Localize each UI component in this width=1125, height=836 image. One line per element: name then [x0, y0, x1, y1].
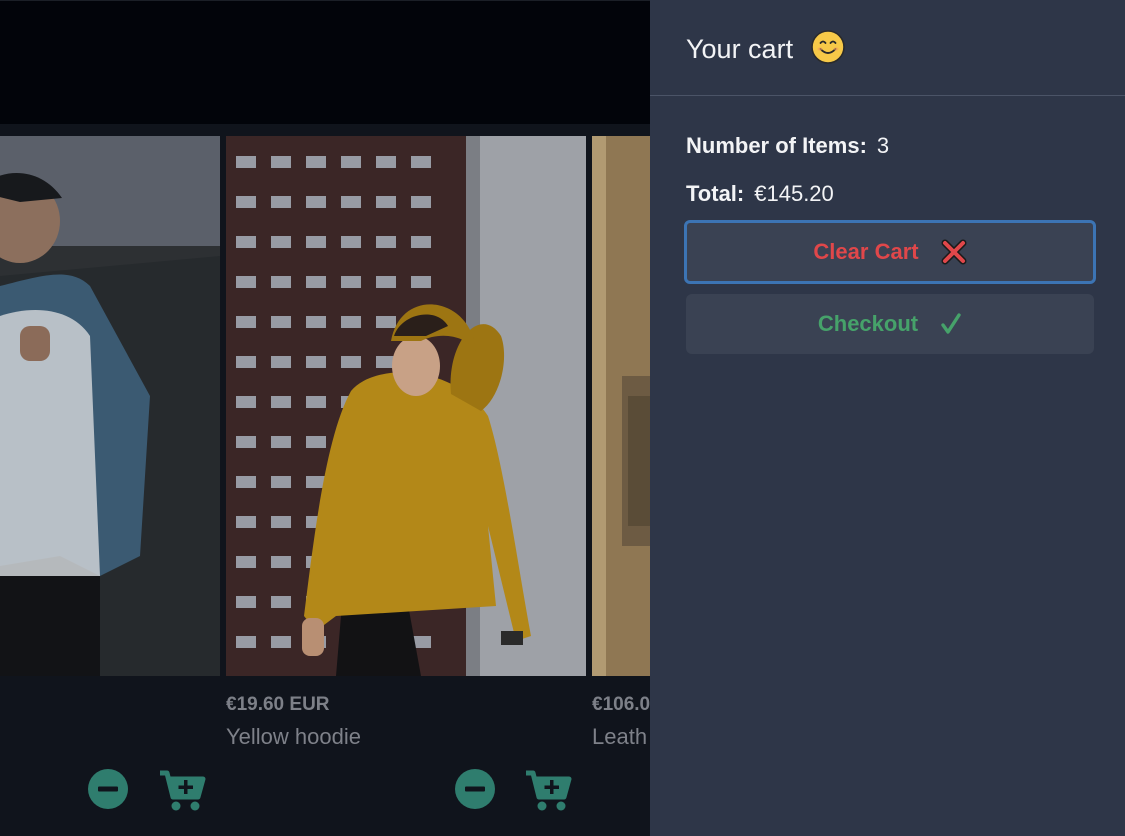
checkout-button[interactable]: Checkout: [686, 294, 1094, 354]
total-row: Total: €145.20: [686, 181, 834, 207]
add-to-cart-button[interactable]: [524, 769, 572, 818]
product-image-denim-jacket: [0, 136, 220, 676]
product-price: €19.60 EUR: [226, 694, 330, 715]
product-grid: €19.60 EUR Yellow hoodie €106.0 Leath: [0, 124, 650, 836]
remove-from-cart-button[interactable]: [454, 768, 496, 815]
total-label: Total:: [686, 181, 745, 206]
items-count-row: Number of Items: 3: [686, 133, 889, 159]
cart-panel: Your cart Number of Items: 3 Total: €145.2…: [650, 0, 1125, 836]
cart-plus-icon: [160, 770, 206, 811]
top-bar: [0, 0, 650, 125]
cart-title: Your cart: [686, 30, 845, 71]
minus-circle-icon: [455, 769, 495, 809]
cart-title-text: Your cart: [686, 34, 794, 64]
remove-from-cart-button[interactable]: [87, 768, 129, 815]
product-card: €19.60 EUR Yellow hoodie: [226, 136, 586, 836]
check-mark-icon: [940, 312, 962, 336]
product-price: €106.0: [592, 694, 650, 715]
cross-mark-icon: [941, 239, 967, 265]
minus-circle-icon: [88, 769, 128, 809]
smile-emoji-icon: [810, 30, 845, 71]
clear-cart-label: Clear Cart: [813, 239, 919, 264]
total-value: €145.20: [754, 181, 834, 206]
product-name: Leath: [592, 724, 648, 749]
product-card: €106.0 Leath: [592, 136, 650, 836]
cart-header: Your cart: [650, 0, 1125, 96]
product-name: Yellow hoodie: [226, 724, 361, 749]
items-count-label: Number of Items:: [686, 133, 867, 158]
items-count-value: 3: [876, 133, 890, 158]
add-to-cart-button[interactable]: [158, 769, 206, 818]
checkout-label: Checkout: [817, 311, 919, 336]
cart-plus-icon: [526, 770, 572, 811]
product-card: [0, 136, 220, 836]
product-image-yellow-hoodie: [226, 136, 586, 676]
product-image-leather: [592, 136, 650, 676]
clear-cart-button[interactable]: Clear Cart: [684, 220, 1096, 284]
